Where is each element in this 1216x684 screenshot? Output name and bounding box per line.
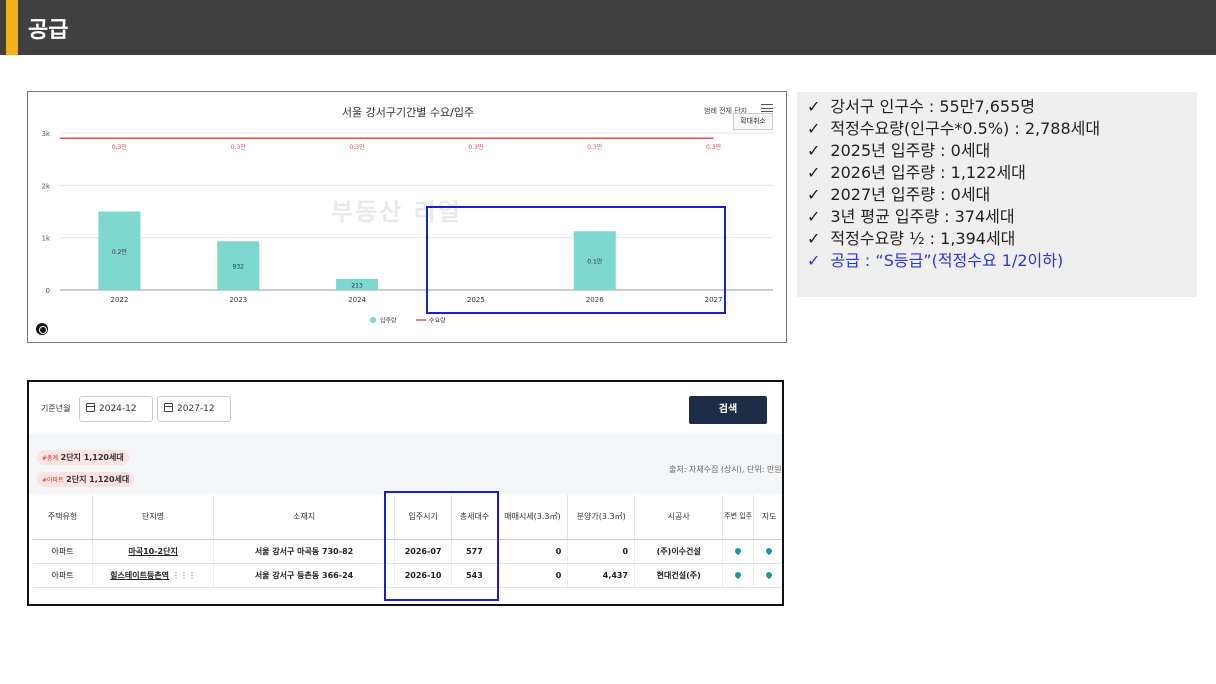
info-line: ✓ 3년 평균 입주량 : 374세대 [807, 207, 1015, 226]
search-button[interactable]: 검색 [689, 396, 767, 424]
col-builder[interactable]: 시공사 [634, 495, 724, 540]
bar-data-label: 0.2만 [112, 248, 128, 256]
cell-address: 서울 강서구 등촌동 366-24 [213, 563, 395, 588]
apartment-badge: #아파트 2단지 1,120세대 [37, 472, 135, 487]
map-pin-icon [733, 546, 743, 555]
info-highlight-line: ✓ 공급 : “S등급”(적정수요 1/2이하) [807, 251, 1064, 270]
line-data-label: 0.3만 [468, 143, 484, 151]
stats-area: #총계 2단지 1,120세대 #아파트 2단지 1,120세대 출처: 자체수… [29, 434, 782, 494]
x-tick-label: 2024 [348, 296, 366, 304]
x-tick-label: 2022 [111, 296, 129, 304]
cell-presale-price: 4,437 [567, 563, 636, 588]
map-pin-icon [764, 570, 774, 579]
logo-icon [36, 323, 48, 335]
check-icon: ✓ [807, 119, 821, 138]
col-address[interactable]: 소재지 [213, 495, 395, 540]
y-tick-label: 2k [41, 182, 50, 190]
cell-name[interactable]: 힐스테이트등촌역 ⋮⋮⋮ [92, 563, 215, 588]
col-presale-price[interactable]: 분양가(3.3㎡) [567, 495, 636, 540]
check-icon: ✓ [807, 229, 821, 248]
col-sale-price[interactable]: 매매시세(3.3㎡) [497, 495, 569, 540]
map-pin[interactable] [753, 539, 782, 564]
check-icon: ✓ [807, 163, 821, 182]
header-bar: 공급 [0, 0, 1216, 55]
cell-builder: 현대건설(주) [634, 563, 724, 588]
check-icon: ✓ [807, 97, 821, 116]
cell-builder: (주)이수건설 [634, 539, 724, 564]
grid-icon[interactable]: ⋮⋮⋮ [172, 571, 196, 580]
cell-presale-price: 0 [567, 539, 636, 564]
col-nearby[interactable]: 주변 입주 [722, 495, 755, 540]
line-data-label: 0.3만 [112, 143, 128, 151]
cell-address: 서울 강서구 마곡동 730-82 [213, 539, 395, 564]
filter-row: 기준년월 2024-12 2027-12 검색 [29, 382, 782, 434]
nearby-pin[interactable] [722, 539, 755, 564]
chart-title: 서울 강서구기간별 수요/입주 [341, 106, 475, 119]
cell-sale-price: 0 [497, 563, 569, 588]
info-panel: ✓ 강서구 인구수 : 55만7,655명 ✓ 적정수요량(인구수*0.5%) : 2… [797, 92, 1197, 297]
page-title: 공급 [28, 18, 69, 43]
cell-name-link[interactable]: 힐스테이트등촌역 [110, 571, 169, 580]
check-icon: ✓ [807, 251, 821, 270]
map-pin-icon [764, 546, 774, 555]
line-data-label: 0.3만 [350, 143, 366, 151]
col-name[interactable]: 단지명 [92, 495, 215, 540]
y-tick-label: 1k [41, 235, 50, 243]
cell-sale-price: 0 [497, 539, 569, 564]
col-type[interactable]: 주택유형 [33, 495, 94, 540]
filter-label: 기준년월 [41, 404, 71, 413]
cell-type: 아파트 [33, 539, 94, 564]
y-tick-label: 0 [46, 287, 50, 295]
cell-type: 아파트 [33, 563, 94, 588]
line-data-label: 0.3만 [587, 143, 603, 151]
date-from-field[interactable]: 2024-12 [79, 396, 153, 422]
total-badge: #총계 2단지 1,120세대 [37, 450, 129, 465]
line-data-label: 0.3만 [231, 143, 247, 151]
source-note: 출처: 자체수집 (상시), 단위: 만원 [669, 465, 782, 474]
header-accent [6, 0, 18, 55]
info-line: ✓ 적정수요량(인구수*0.5%) : 2,788세대 [807, 119, 1101, 138]
highlight-box-chart [426, 206, 726, 314]
y-tick-label: 3k [41, 130, 50, 138]
highlight-box-table [384, 491, 499, 601]
info-line: ✓ 2025년 입주량 : 0세대 [807, 141, 991, 160]
map-pin[interactable] [753, 563, 782, 588]
x-tick-label: 2023 [229, 296, 247, 304]
info-line: ✓ 강서구 인구수 : 55만7,655명 [807, 97, 1035, 116]
info-line: ✓ 2026년 입주량 : 1,122세대 [807, 163, 1026, 182]
check-icon: ✓ [807, 207, 821, 226]
bar-data-label: 213 [351, 282, 363, 289]
calendar-icon [86, 403, 95, 412]
col-map[interactable]: 지도 [753, 495, 782, 540]
legend-marker [370, 317, 376, 323]
legend-label: 입주량 [380, 317, 397, 325]
menu-icon[interactable] [761, 104, 773, 112]
check-icon: ✓ [807, 185, 821, 204]
map-pin-icon [733, 570, 743, 579]
cell-name-link[interactable]: 마곡10-2단지 [92, 539, 215, 564]
nearby-pin[interactable] [722, 563, 755, 588]
date-to-field[interactable]: 2027-12 [157, 396, 231, 422]
line-data-label: 0.3만 [706, 143, 722, 151]
check-icon: ✓ [807, 141, 821, 160]
bar-data-label: 932 [233, 264, 245, 271]
legend-label: 수요량 [429, 318, 446, 325]
calendar-icon [164, 403, 173, 412]
info-line: ✓ 2027년 입주량 : 0세대 [807, 185, 991, 204]
reset-zoom-button[interactable]: 확대취소 [733, 113, 773, 130]
info-line: ✓ 적정수요량 ½ : 1,394세대 [807, 229, 1016, 248]
